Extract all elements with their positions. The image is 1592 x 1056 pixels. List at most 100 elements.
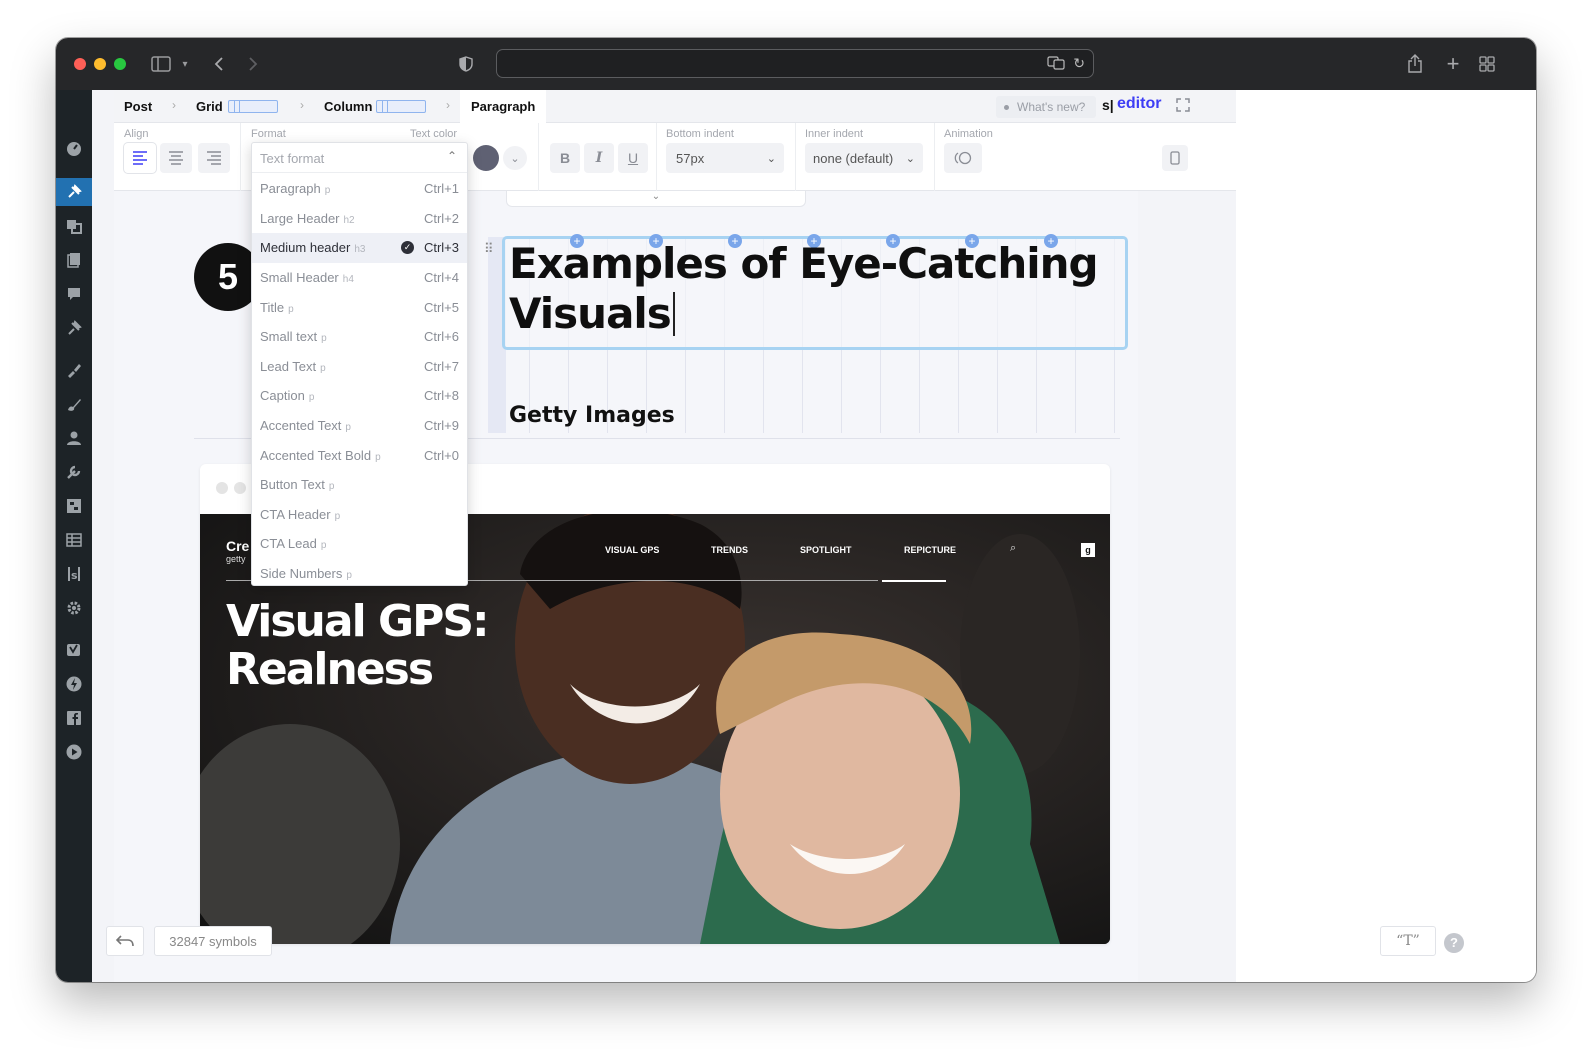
pin-icon[interactable] bbox=[56, 314, 92, 342]
chevron-right-icon: › bbox=[172, 98, 176, 112]
format-option[interactable]: Side Numbers p bbox=[252, 559, 467, 589]
format-option-label: Side Numbers bbox=[260, 566, 343, 582]
empty-right-pane bbox=[1236, 90, 1536, 982]
format-option-shortcut: Ctrl+8 bbox=[423, 388, 459, 404]
facebook-icon[interactable] bbox=[56, 704, 92, 732]
breadcrumb-column[interactable]: Column bbox=[324, 99, 372, 114]
format-option-label: CTA Header bbox=[260, 506, 331, 522]
site-nav-spotlight: SPOTLIGHT bbox=[800, 545, 852, 555]
posts-pin-icon[interactable] bbox=[56, 178, 92, 206]
animation-button[interactable] bbox=[944, 143, 982, 173]
bold-button[interactable]: B bbox=[550, 143, 580, 173]
chevron-down-icon[interactable]: ▾ bbox=[178, 52, 192, 76]
format-option-shortcut: Ctrl+0 bbox=[423, 447, 459, 463]
format-option[interactable]: Small Header h4 Ctrl+4 bbox=[252, 263, 467, 293]
text-color-swatch[interactable] bbox=[473, 145, 499, 171]
comments-icon[interactable] bbox=[56, 280, 92, 308]
symbols-counter: 32847 symbols bbox=[154, 926, 272, 956]
drag-handle-icon[interactable]: ⠿ bbox=[484, 241, 493, 257]
dashboard-icon[interactable] bbox=[56, 134, 92, 162]
format-option-tag: h2 bbox=[343, 214, 355, 226]
new-tab-icon[interactable]: + bbox=[1444, 51, 1462, 76]
whats-new-button[interactable]: What's new? bbox=[996, 96, 1096, 118]
forward-icon[interactable] bbox=[246, 52, 260, 76]
chevron-down-icon[interactable]: ⌄ bbox=[503, 146, 527, 170]
format-option[interactable]: Accented Text Bold p Ctrl+0 bbox=[252, 440, 467, 470]
format-option[interactable]: Paragraph p Ctrl+1 bbox=[252, 174, 467, 204]
site-g-badge: g bbox=[1081, 543, 1095, 557]
chevron-down-icon: ⌄ bbox=[905, 152, 915, 165]
format-option-tag: p bbox=[334, 510, 341, 522]
format-option[interactable]: Caption p Ctrl+8 bbox=[252, 381, 467, 411]
users-icon[interactable] bbox=[56, 424, 92, 452]
tools-wrench-icon[interactable] bbox=[56, 458, 92, 486]
breadcrumb-post[interactable]: Post bbox=[124, 99, 152, 114]
sidebar-toggle-icon[interactable] bbox=[150, 52, 172, 76]
chevron-down-icon[interactable]: ⌄ bbox=[506, 191, 806, 207]
undo-button[interactable] bbox=[106, 926, 144, 956]
media-icon[interactable] bbox=[56, 212, 92, 240]
format-option[interactable]: Lead Text p Ctrl+7 bbox=[252, 352, 467, 382]
gear-icon[interactable] bbox=[56, 594, 92, 622]
format-option[interactable]: Small text p Ctrl+6 bbox=[252, 322, 467, 352]
format-option-shortcut: Ctrl+3 bbox=[423, 240, 459, 256]
format-option[interactable]: CTA Lead p bbox=[252, 529, 467, 559]
address-bar[interactable]: ↻ bbox=[496, 49, 1094, 78]
back-icon[interactable] bbox=[212, 52, 226, 76]
close-window-button[interactable] bbox=[74, 58, 86, 70]
settings-sliders-icon[interactable]: s bbox=[56, 560, 92, 588]
breadcrumb-paragraph[interactable]: Paragraph bbox=[471, 99, 535, 114]
format-option[interactable]: CTA Header p bbox=[252, 500, 467, 530]
zoom-window-button[interactable] bbox=[114, 58, 126, 70]
bottom-indent-select[interactable]: 57px ⌄ bbox=[666, 143, 784, 173]
align-left-button[interactable] bbox=[124, 143, 156, 173]
dot-icon bbox=[1004, 104, 1009, 110]
format-option[interactable]: Title p Ctrl+5 bbox=[252, 292, 467, 322]
text-format-select[interactable]: Text format ⌃ bbox=[252, 143, 467, 173]
shield-icon[interactable] bbox=[458, 52, 474, 76]
format-option[interactable]: Large Header h2 Ctrl+2 bbox=[252, 204, 467, 234]
hero-title: Visual GPS: Realness bbox=[226, 598, 490, 694]
yoast-icon[interactable] bbox=[56, 636, 92, 664]
help-button[interactable]: ? bbox=[1444, 933, 1464, 953]
align-right-button[interactable] bbox=[198, 143, 230, 173]
format-option-tag: p bbox=[320, 540, 327, 552]
underline-button[interactable]: U bbox=[618, 143, 648, 173]
appearance-icon[interactable] bbox=[56, 356, 92, 384]
text-format-dropdown[interactable]: Text format ⌃ Paragraph p Ctrl+1 Large Head… bbox=[251, 142, 468, 586]
chevron-right-icon: › bbox=[300, 98, 304, 112]
minimize-window-button[interactable] bbox=[94, 58, 106, 70]
text-color-label: Text color bbox=[410, 128, 458, 140]
italic-button[interactable]: I bbox=[584, 143, 614, 173]
pages-icon[interactable] bbox=[56, 246, 92, 274]
plugins-icon[interactable] bbox=[56, 492, 92, 520]
section-subheading[interactable]: Getty Images bbox=[509, 403, 675, 428]
format-option[interactable]: Accented Text p Ctrl+9 bbox=[252, 411, 467, 441]
article-heading[interactable]: Examples of Eye-Catching Visuals bbox=[509, 239, 1109, 339]
breadcrumb-grid[interactable]: Grid bbox=[196, 99, 223, 114]
translate-icon[interactable] bbox=[1047, 56, 1065, 75]
search-icon: ⌕ bbox=[1010, 542, 1017, 554]
column-layout-icon[interactable] bbox=[376, 100, 426, 113]
reload-icon[interactable]: ↻ bbox=[1073, 55, 1085, 72]
format-option[interactable]: Button Text p bbox=[252, 470, 467, 500]
fullscreen-icon[interactable] bbox=[1176, 98, 1190, 117]
align-center-button[interactable] bbox=[160, 143, 192, 173]
site-nav-trends: TRENDS bbox=[711, 545, 749, 555]
play-icon[interactable] bbox=[56, 738, 92, 766]
inner-indent-select[interactable]: none (default) ⌄ bbox=[805, 143, 923, 173]
brush-icon[interactable] bbox=[56, 390, 92, 418]
share-icon[interactable] bbox=[1406, 52, 1424, 76]
format-option[interactable]: Medium header h3 Ctrl+3 ✓ bbox=[252, 233, 467, 263]
format-option-tag: p bbox=[375, 451, 381, 463]
format-option-tag: p bbox=[308, 392, 315, 404]
table-icon[interactable] bbox=[56, 526, 92, 554]
tab-overview-icon[interactable] bbox=[1478, 52, 1496, 76]
mobile-view-icon[interactable] bbox=[1162, 145, 1188, 171]
format-option-shortcut: Ctrl+1 bbox=[423, 181, 459, 197]
format-option-tag: p bbox=[320, 362, 326, 374]
format-option-label: Accented Text bbox=[260, 418, 342, 434]
grid-layout-icon[interactable] bbox=[228, 100, 278, 113]
typography-button[interactable]: “T” bbox=[1380, 926, 1436, 956]
lightning-icon[interactable] bbox=[56, 670, 92, 698]
